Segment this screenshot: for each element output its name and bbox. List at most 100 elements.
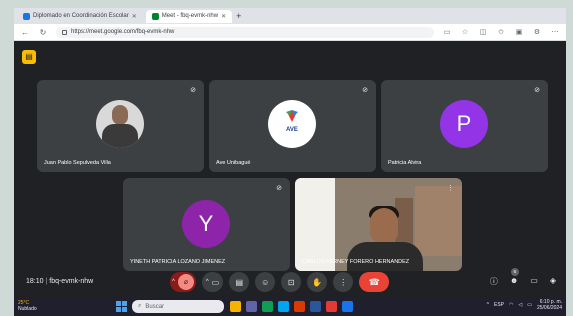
taskbar-search[interactable]: ⌕ Buscar: [132, 300, 224, 313]
emoji-icon: ☺: [261, 277, 270, 287]
captions-icon: ▤: [235, 277, 243, 287]
participant-name: CARLOS FERNEY FORERO HERNANDEZ: [302, 259, 410, 265]
meet-favicon-icon: [151, 12, 159, 20]
url-text: https://meet.google.com/fbq-evmk-nhw: [71, 29, 175, 35]
clock-date: 25/06/2024: [536, 305, 562, 311]
participant-tile: ⊘ AVE Ave Unibagué: [209, 80, 376, 172]
collections-icon[interactable]: ▣: [514, 28, 524, 36]
raise-hand-button[interactable]: ✋: [307, 272, 328, 292]
url-field[interactable]: https://meet.google.com/fbq-evmk-nhw: [56, 26, 434, 38]
wifi-icon[interactable]: ◠: [509, 302, 513, 308]
logo-avatar: AVE: [268, 100, 316, 148]
star-icon[interactable]: ☆: [460, 28, 470, 36]
word-icon[interactable]: [310, 301, 321, 312]
start-icon[interactable]: [116, 301, 127, 312]
reload-icon[interactable]: ↻: [38, 28, 48, 37]
camera-permission-icon[interactable]: ▭: [442, 28, 452, 36]
meet-control-bar: 18:10 | fbq-evmk-nhw ^ ⌀ ^ ▭ ▤ ☺ ⊡ ✋ ⋮ ☎…: [14, 267, 566, 297]
muted-mic-icon: ⊘: [534, 87, 540, 94]
tab-label: Diplomado en Coordinación Escolar: [33, 13, 129, 19]
muted-mic-icon: ⊘: [190, 87, 196, 94]
meeting-time: 18:10: [26, 278, 44, 285]
participant-tile: ⊘ Y YINETH PATRICIA LOZANO JIMENEZ: [123, 178, 290, 271]
logo-text: AVE: [286, 127, 298, 133]
close-icon[interactable]: ✕: [221, 13, 226, 20]
more-options-icon[interactable]: ⋮: [447, 184, 454, 192]
present-icon: ⊡: [287, 277, 295, 287]
avatar: P: [440, 100, 488, 148]
avatar: [96, 100, 144, 148]
favorites-icon[interactable]: ✩: [496, 28, 506, 36]
captions-button[interactable]: ▤: [229, 272, 250, 292]
weather-desc: Nublado: [18, 306, 37, 312]
split-view-icon[interactable]: ◫: [478, 28, 488, 36]
participant-name: Patricia Alvira: [388, 160, 422, 166]
avatar-letter: P: [456, 111, 472, 136]
leave-call-button[interactable]: ☎: [359, 272, 390, 292]
activities-icon[interactable]: ◈: [550, 276, 556, 287]
new-tab-icon[interactable]: +: [236, 11, 241, 21]
edge-icon[interactable]: [262, 301, 273, 312]
participant-video: [370, 208, 398, 244]
camera-button[interactable]: ^ ▭: [201, 272, 224, 292]
more-options-button[interactable]: ⋮: [333, 272, 354, 292]
participant-tile: ⊘ P Patricia Alvira: [381, 80, 548, 172]
participant-camera-tile: ⋮ CARLOS FERNEY FORERO HERNANDEZ: [295, 178, 462, 271]
office-icon[interactable]: [294, 301, 305, 312]
participant-name: Juan Pablo Sepulveda Villa: [44, 160, 111, 166]
muted-mic-icon: ⊘: [362, 87, 368, 94]
more-icon[interactable]: ⋯: [550, 28, 560, 36]
chrome-icon[interactable]: [342, 301, 353, 312]
mic-button[interactable]: ^ ⌀: [170, 272, 196, 292]
address-bar: ← ↻ https://meet.google.com/fbq-evmk-nhw…: [14, 24, 566, 41]
call-controls: ^ ⌀ ^ ▭ ▤ ☺ ⊡ ✋ ⋮ ☎: [170, 272, 390, 292]
lock-icon: [62, 29, 67, 35]
mic-off-icon: ⌀: [177, 274, 194, 290]
file-explorer-icon[interactable]: [230, 301, 241, 312]
participant-name: Ave Unibagué: [216, 160, 251, 166]
camera-icon: ▭: [211, 277, 220, 287]
chevron-up-icon[interactable]: ^: [172, 279, 175, 285]
clock[interactable]: 6:10 p. m. 25/06/2024: [537, 299, 562, 311]
hand-icon: ✋: [312, 277, 323, 287]
search-icon: ⌕: [138, 303, 142, 309]
windows-taskbar: 25°C Nublado ⌕ Buscar ^ ESP ◠ ◁ ▭ 6:10 p…: [14, 297, 566, 316]
meeting-info: 18:10 | fbq-evmk-nhw: [26, 278, 94, 285]
teams-icon[interactable]: [246, 301, 257, 312]
people-icon[interactable]: 6 ☻: [510, 268, 519, 287]
notes-icon[interactable]: ▤: [22, 50, 36, 64]
participant-tile: ⊘ Juan Pablo Sepulveda Villa: [37, 80, 204, 172]
present-button[interactable]: ⊡: [281, 272, 302, 292]
chevron-up-icon[interactable]: ^: [487, 302, 489, 308]
app-icon[interactable]: [326, 301, 337, 312]
muted-mic-icon: ⊘: [276, 185, 282, 192]
extensions-icon[interactable]: ⚙: [532, 28, 542, 36]
close-icon[interactable]: ✕: [132, 13, 137, 20]
taskbar-apps: [230, 301, 353, 312]
avatar-letter: Y: [198, 211, 214, 236]
browser-tab-bar: Diplomado en Coordinación Escolar ✕ Meet…: [14, 8, 566, 24]
tab-favicon-icon: [23, 12, 30, 20]
chevron-up-icon[interactable]: ^: [206, 279, 209, 285]
store-icon[interactable]: [278, 301, 289, 312]
chat-icon[interactable]: ▭: [530, 276, 538, 287]
lang-indicator[interactable]: ESP: [494, 302, 504, 308]
participant-count-badge: 6: [510, 268, 519, 276]
more-vert-icon: ⋮: [339, 277, 348, 287]
participant-name: YINETH PATRICIA LOZANO JIMENEZ: [130, 259, 226, 265]
meeting-code: fbq-evmk-nhw: [49, 278, 94, 285]
tab-label: Meet - fbq-evmk-nhw: [161, 13, 219, 19]
side-controls: ⓘ 6 ☻ ▭ ◈: [490, 268, 556, 287]
tab-diplomado[interactable]: Diplomado en Coordinación Escolar ✕: [17, 10, 143, 23]
screen: Diplomado en Coordinación Escolar ✕ Meet…: [14, 8, 566, 316]
back-icon[interactable]: ←: [20, 28, 30, 37]
reactions-button[interactable]: ☺: [255, 272, 276, 292]
tab-meet[interactable]: Meet - fbq-evmk-nhw ✕: [145, 9, 233, 23]
weather-widget[interactable]: 25°C Nublado: [18, 300, 37, 312]
system-tray: ^ ESP ◠ ◁ ▭ 6:10 p. m. 25/06/2024: [487, 299, 562, 311]
battery-icon[interactable]: ▭: [527, 302, 532, 308]
info-icon[interactable]: ⓘ: [490, 276, 498, 287]
volume-icon[interactable]: ◁: [518, 302, 522, 308]
avatar: Y: [182, 200, 230, 248]
search-placeholder: Buscar: [145, 303, 165, 310]
